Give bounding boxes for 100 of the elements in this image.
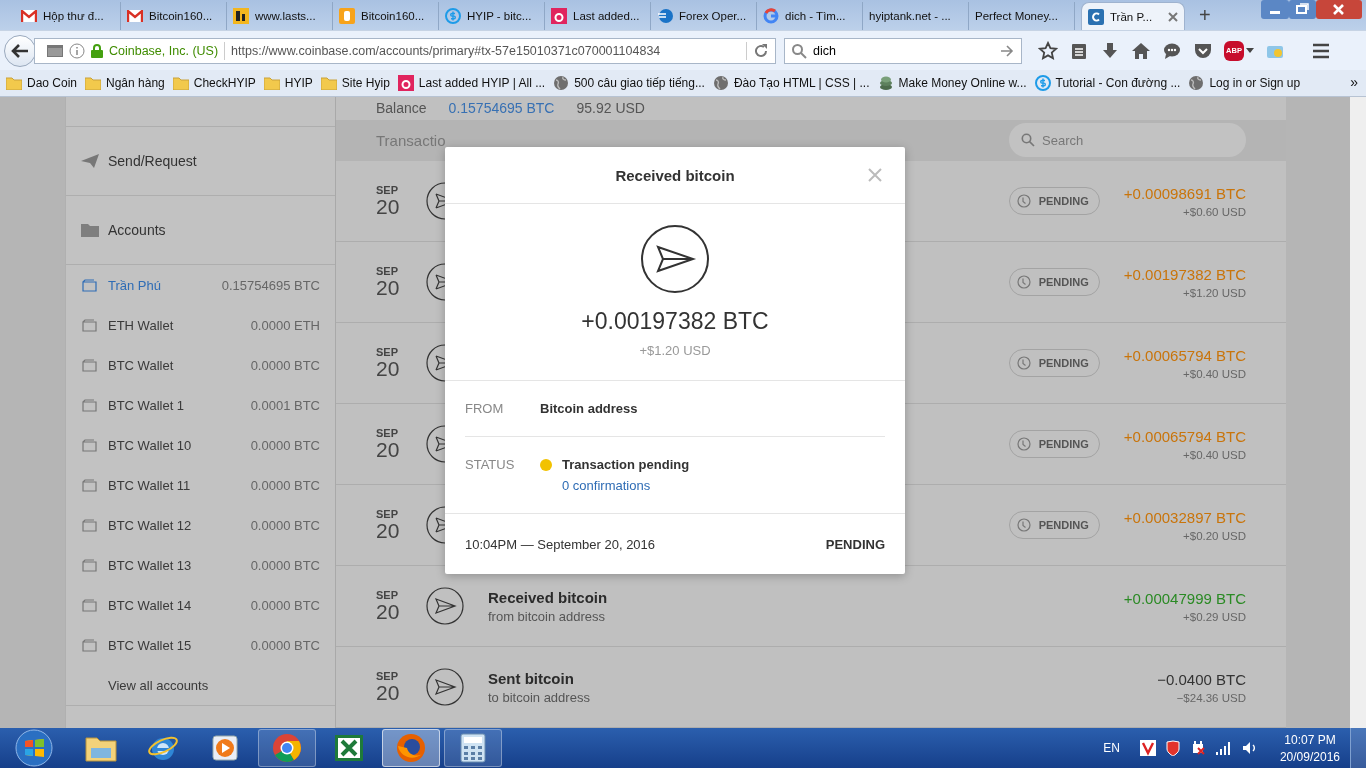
- account-item[interactable]: ETH Wallet 0.0000 ETH: [66, 305, 335, 345]
- transaction-time: 10:04PM — September 20, 2016: [465, 536, 656, 552]
- search-field[interactable]: dich: [784, 37, 1022, 64]
- folder-icon: [85, 76, 102, 90]
- account-item[interactable]: BTC Wallet 1 0.0001 BTC: [66, 385, 335, 425]
- folder-icon: [320, 76, 337, 90]
- restore-button[interactable]: [1289, 0, 1316, 19]
- home-icon[interactable]: [1131, 40, 1151, 61]
- usd-amount: +$0.20 USD: [1183, 529, 1246, 542]
- btc-amount: −0.0400 BTC: [1157, 670, 1246, 688]
- bookmark-item[interactable]: Ngân hàng: [85, 76, 165, 90]
- dialog-title: Received bitcoin: [615, 166, 735, 184]
- date-day: 20: [376, 358, 412, 380]
- language-indicator[interactable]: EN: [1103, 741, 1120, 755]
- transaction-title: Received bitcoin: [488, 588, 609, 606]
- shield-icon[interactable]: [1165, 740, 1180, 756]
- date-day: 20: [376, 196, 412, 218]
- minimize-button[interactable]: [1261, 0, 1289, 19]
- dollar-circle-icon: [445, 8, 461, 24]
- transaction-title: Sent bitcoin: [488, 669, 575, 687]
- bookmark-item[interactable]: CheckHYIP: [172, 76, 256, 90]
- account-item[interactable]: BTC Wallet 11 0.0000 BTC: [66, 465, 335, 505]
- reload-icon[interactable]: [753, 42, 769, 59]
- account-item[interactable]: BTC Wallet 0.0000 BTC: [66, 345, 335, 385]
- globe-icon: [553, 75, 570, 91]
- taskbar-app-button[interactable]: [444, 729, 502, 767]
- btc-amount: +0.00197382 BTC: [1123, 265, 1246, 283]
- signal-bars-icon[interactable]: [1215, 741, 1232, 755]
- site-icon: [339, 8, 355, 24]
- star-icon[interactable]: [1038, 40, 1058, 61]
- usd-amount: −$24.36 USD: [1176, 691, 1246, 704]
- clock-icon: [1016, 275, 1031, 289]
- bookmark-item[interactable]: Last added HYIP | All ...: [397, 75, 546, 91]
- site-icon: [551, 8, 567, 24]
- balance-label: Balance: [376, 100, 427, 117]
- account-item[interactable]: BTC Wallet 15 0.0000 BTC: [66, 625, 335, 665]
- info-icon[interactable]: [69, 42, 85, 59]
- bookmark-item[interactable]: Make Money Online w...: [877, 75, 1027, 91]
- bookmark-item[interactable]: Tutorial - Con đường ...: [1034, 75, 1181, 91]
- date-month: SEP: [376, 184, 399, 196]
- google-icon: [763, 8, 779, 24]
- sidebar-icon[interactable]: [47, 44, 63, 57]
- bookmark-item[interactable]: Site Hyip: [320, 76, 390, 90]
- wallet-icon: [82, 478, 98, 492]
- field-value: Transaction pending: [562, 457, 690, 472]
- view-all-accounts-link[interactable]: View all accounts: [66, 665, 335, 706]
- date-month: SEP: [376, 346, 399, 358]
- url-text[interactable]: https://www.coinbase.com/accounts/primary#tx-57e15010371c070001104834: [231, 43, 740, 58]
- more-bookmarks-button[interactable]: »: [1350, 74, 1358, 90]
- clock-icon: [1016, 356, 1031, 370]
- btc-amount: +0.00047999 BTC: [1123, 589, 1246, 607]
- bookmark-item[interactable]: 500 câu giao tiếp tiếng...: [553, 75, 705, 91]
- usd-amount: +$0.40 USD: [1183, 367, 1246, 380]
- address-bar[interactable]: Coinbase, Inc. (US) https://www.coinbase.com/accounts/primary#tx-57e15010371c070001104834: [34, 37, 776, 64]
- site-icon: [233, 8, 249, 24]
- bookmark-item[interactable]: Đào Tạo HTML | CSS | ...: [712, 75, 870, 91]
- site-identity[interactable]: Coinbase, Inc. (US): [109, 43, 219, 58]
- account-item[interactable]: BTC Wallet 12 0.0000 BTC: [66, 505, 335, 545]
- date-day: 20: [376, 682, 412, 704]
- date-month: SEP: [376, 427, 399, 439]
- close-button[interactable]: [1316, 0, 1362, 19]
- envelope-icon: [127, 10, 143, 22]
- search-icon: [791, 42, 807, 59]
- date-day: 20: [376, 520, 412, 542]
- close-icon[interactable]: [1168, 11, 1178, 22]
- site-icon: [657, 8, 673, 24]
- confirmations-link[interactable]: 0 confirmations: [562, 478, 690, 493]
- folder-icon: [172, 76, 189, 90]
- scrollbar[interactable]: [1350, 97, 1366, 728]
- clock-icon: [1016, 194, 1031, 208]
- bookmark-item[interactable]: Dao Coin: [6, 76, 78, 90]
- start-button[interactable]: [14, 729, 54, 767]
- taskbar-app-button[interactable]: [258, 729, 316, 767]
- lock-icon: [91, 43, 103, 58]
- wallet-icon: [82, 438, 98, 452]
- bookmark-item[interactable]: HYIP: [263, 76, 313, 90]
- clock-icon: [1016, 518, 1031, 532]
- sidebar-nav-item[interactable]: Accounts: [66, 196, 335, 265]
- bookmark-item[interactable]: Log in or Sign up: [1188, 75, 1301, 91]
- folder-icon: [81, 223, 99, 237]
- taskbar-app-button[interactable]: [382, 729, 440, 767]
- account-item[interactable]: BTC Wallet 13 0.0000 BTC: [66, 545, 335, 585]
- paper-plane-icon: [640, 224, 710, 294]
- search-field[interactable]: Search: [1009, 123, 1246, 158]
- balance-usd: 95.92 USD: [576, 100, 645, 117]
- speaker-icon[interactable]: [1241, 741, 1258, 755]
- show-desktop-button[interactable]: [1350, 728, 1366, 768]
- sidebar-nav-item[interactable]: Send/Request: [66, 127, 335, 196]
- clock[interactable]: 10:07 PM 20/09/2016: [1279, 732, 1340, 764]
- back-button[interactable]: [4, 34, 36, 67]
- account-item[interactable]: BTC Wallet 10 0.0000 BTC: [66, 425, 335, 465]
- spreadsheet-icon: [334, 734, 364, 762]
- search-icon: [1021, 133, 1035, 148]
- new-tab-button[interactable]: +: [1199, 3, 1211, 27]
- envelope-icon: [21, 10, 37, 22]
- paper-plane-icon: [426, 506, 445, 544]
- account-item[interactable]: BTC Wallet 14 0.0000 BTC: [66, 585, 335, 625]
- shield-v-icon[interactable]: [1139, 740, 1156, 756]
- arrow-right-icon[interactable]: [1000, 44, 1014, 57]
- browser-tab[interactable]: Trần P...: [1081, 2, 1185, 30]
